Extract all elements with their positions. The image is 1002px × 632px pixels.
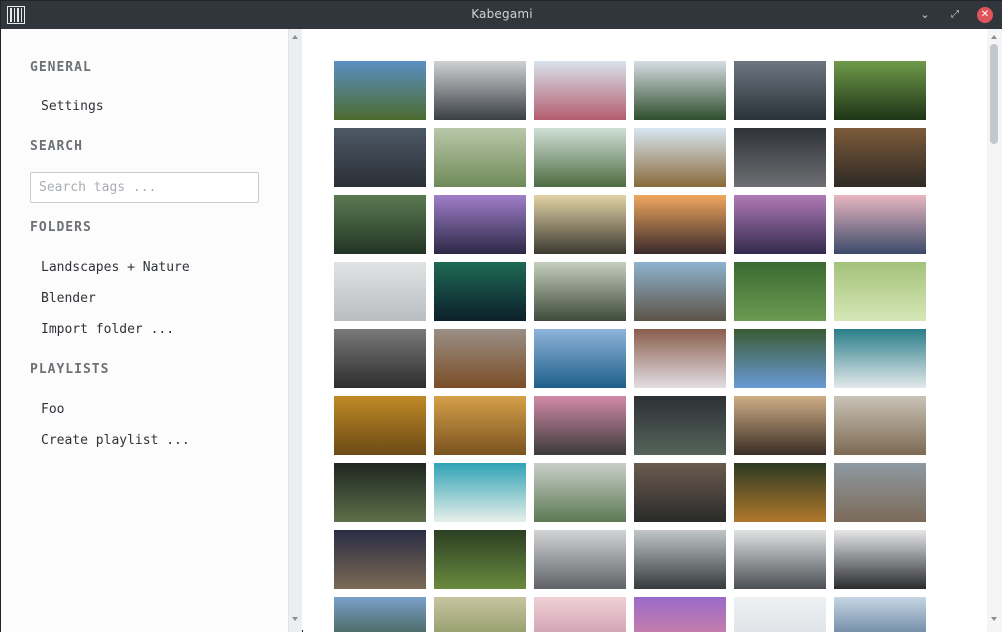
wallpaper-thumbnail[interactable] <box>334 597 426 632</box>
wallpaper-thumbnail[interactable] <box>534 597 626 632</box>
wallpaper-thumbnail[interactable] <box>634 262 726 321</box>
wallpaper-thumbnail[interactable] <box>434 597 526 632</box>
sidebar-item-settings[interactable]: Settings <box>41 99 104 114</box>
wallpaper-thumbnail[interactable] <box>734 530 826 589</box>
wallpaper-thumbnail[interactable] <box>634 329 726 388</box>
wallpaper-thumbnail[interactable] <box>734 262 826 321</box>
wallpaper-thumbnail[interactable] <box>634 61 726 120</box>
wallpaper-thumbnail[interactable] <box>834 463 926 522</box>
wallpaper-thumbnail[interactable] <box>734 128 826 187</box>
wallpaper-thumbnail[interactable] <box>334 530 426 589</box>
wallpaper-thumbnail[interactable] <box>434 195 526 254</box>
section-title-search: SEARCH <box>30 139 83 154</box>
wallpaper-thumbnail[interactable] <box>434 396 526 455</box>
wallpaper-thumbnail[interactable] <box>534 463 626 522</box>
wallpaper-thumbnail[interactable] <box>834 195 926 254</box>
sidebar: GENERAL Settings SEARCH FOLDERS Landscap… <box>1 29 288 632</box>
wallpaper-thumbnail[interactable] <box>734 463 826 522</box>
wallpaper-thumbnail[interactable] <box>534 396 626 455</box>
wallpaper-thumbnail[interactable] <box>834 396 926 455</box>
wallpaper-grid <box>303 29 987 632</box>
wallpaper-thumbnail[interactable] <box>634 128 726 187</box>
app-window: Kabegami ⌄ ⤢ ✕ GENERAL Settings SEARCH F… <box>0 0 1002 632</box>
search-box[interactable] <box>30 172 259 203</box>
wallpaper-thumbnail[interactable] <box>534 128 626 187</box>
gallery-scrollbar[interactable] <box>987 29 1002 632</box>
section-title-general: GENERAL <box>30 60 92 75</box>
sidebar-scrollbar[interactable] <box>288 29 302 632</box>
wallpaper-thumbnail[interactable] <box>734 195 826 254</box>
scrollbar-thumb[interactable] <box>990 44 998 144</box>
wallpaper-thumbnail[interactable] <box>734 597 826 632</box>
sidebar-item-folder-landscapes[interactable]: Landscapes + Nature <box>41 260 190 275</box>
wallpaper-thumbnail[interactable] <box>734 396 826 455</box>
wallpaper-thumbnail[interactable] <box>434 463 526 522</box>
wallpaper-thumbnail[interactable] <box>834 530 926 589</box>
title-bar: Kabegami ⌄ ⤢ ✕ <box>1 1 1002 29</box>
scroll-down-arrow-icon[interactable] <box>991 617 997 621</box>
wallpaper-thumbnail[interactable] <box>334 396 426 455</box>
sidebar-item-folder-blender[interactable]: Blender <box>41 291 96 306</box>
wallpaper-thumbnail[interactable] <box>334 463 426 522</box>
wallpaper-thumbnail[interactable] <box>534 195 626 254</box>
search-input[interactable] <box>31 173 258 202</box>
wallpaper-thumbnail[interactable] <box>334 262 426 321</box>
wallpaper-thumbnail[interactable] <box>634 530 726 589</box>
wallpaper-thumbnail[interactable] <box>534 262 626 321</box>
wallpaper-thumbnail[interactable] <box>434 61 526 120</box>
window-title: Kabegami <box>471 7 533 21</box>
scroll-down-arrow-icon[interactable] <box>292 617 298 621</box>
wallpaper-thumbnail[interactable] <box>634 463 726 522</box>
wallpaper-thumbnail[interactable] <box>434 262 526 321</box>
wallpaper-thumbnail[interactable] <box>434 329 526 388</box>
wallpaper-thumbnail[interactable] <box>834 128 926 187</box>
wallpaper-thumbnail[interactable] <box>634 597 726 632</box>
wallpaper-thumbnail[interactable] <box>834 262 926 321</box>
section-title-playlists: PLAYLISTS <box>30 362 110 377</box>
sidebar-item-playlist-foo[interactable]: Foo <box>41 402 64 417</box>
import-folder-button[interactable]: Import folder ... <box>41 322 174 337</box>
wallpaper-thumbnail[interactable] <box>834 329 926 388</box>
wallpaper-thumbnail[interactable] <box>834 61 926 120</box>
wallpaper-thumbnail[interactable] <box>734 329 826 388</box>
section-title-folders: FOLDERS <box>30 220 92 235</box>
wallpaper-thumbnail[interactable] <box>334 195 426 254</box>
create-playlist-button[interactable]: Create playlist ... <box>41 433 190 448</box>
wallpaper-thumbnail[interactable] <box>834 597 926 632</box>
wallpaper-thumbnail[interactable] <box>334 61 426 120</box>
wallpaper-thumbnail[interactable] <box>534 329 626 388</box>
wallpaper-thumbnail[interactable] <box>634 195 726 254</box>
wallpaper-thumbnail[interactable] <box>634 396 726 455</box>
wallpaper-thumbnail[interactable] <box>334 128 426 187</box>
scroll-up-arrow-icon[interactable] <box>292 35 298 39</box>
wallpaper-thumbnail[interactable] <box>334 329 426 388</box>
close-button[interactable]: ✕ <box>977 7 993 23</box>
maximize-button[interactable]: ⤢ <box>947 7 963 23</box>
scroll-up-arrow-icon[interactable] <box>991 35 997 39</box>
minimize-button[interactable]: ⌄ <box>917 7 933 23</box>
wallpaper-thumbnail[interactable] <box>534 530 626 589</box>
wallpaper-thumbnail[interactable] <box>434 128 526 187</box>
wallpaper-thumbnail[interactable] <box>534 61 626 120</box>
wallpaper-thumbnail[interactable] <box>434 530 526 589</box>
wallpaper-thumbnail[interactable] <box>734 61 826 120</box>
